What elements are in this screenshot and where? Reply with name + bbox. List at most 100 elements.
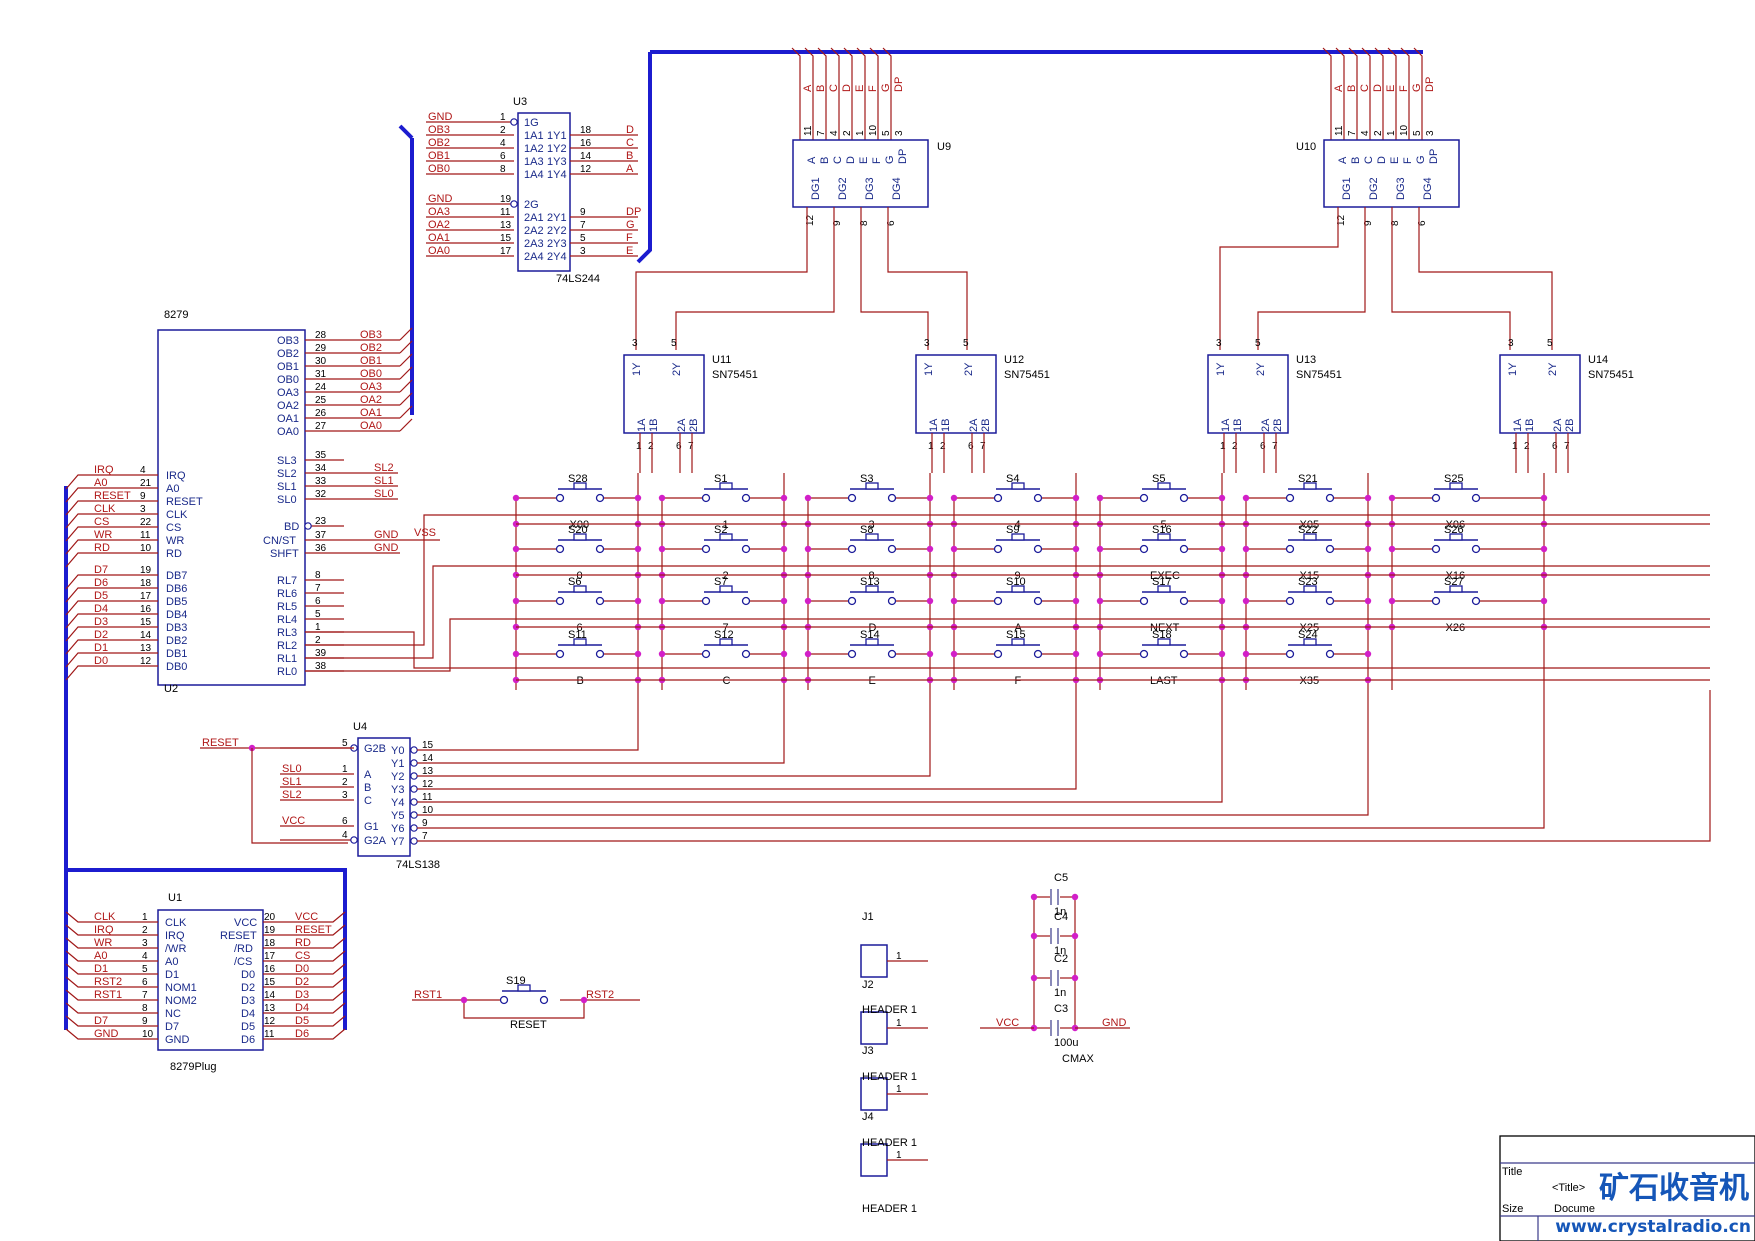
inversion-bubble [410, 837, 418, 845]
switch-contact [1285, 596, 1295, 606]
u2-left-pin: 11 [140, 530, 151, 541]
u2-left-net: RD [94, 542, 110, 554]
u4-reset-net: RESET [202, 737, 239, 749]
driver-pin-name: 2B [688, 419, 700, 432]
digit-wire [675, 207, 835, 350]
u2-right-pin: 39 [315, 648, 327, 659]
u2-left-pin: 16 [140, 604, 152, 615]
u2-ref: U2 [164, 683, 178, 695]
u1-left-pin: 7 [142, 990, 148, 1001]
u4-part: 74LS138 [396, 859, 440, 871]
u4-left-net: SL2 [282, 789, 302, 801]
u3-right-pin: 9 [580, 207, 586, 218]
u1-right-pin: 19 [264, 925, 276, 936]
u1-left-name: NOM2 [165, 995, 197, 1007]
junction-dot [1072, 545, 1080, 553]
seg-net-label: D [1372, 84, 1384, 92]
u4-right-name: Y5 [391, 810, 404, 822]
seg-pin-name: C [1363, 156, 1375, 164]
u3-left-net: OA2 [428, 219, 450, 231]
u1-ref: U1 [168, 892, 182, 904]
keypad-switch [1246, 533, 1368, 554]
u2-left-pin: 13 [140, 643, 152, 654]
seg-pin-name: B [1350, 157, 1362, 164]
seg-pin-num: 10 [868, 124, 879, 136]
switch-ref: S14 [860, 629, 880, 641]
u3-right-pin: 12 [580, 164, 592, 175]
u2-right-name: CN/ST [263, 535, 296, 547]
u1-right-pin: 13 [264, 1003, 276, 1014]
u4-right-pin: 11 [422, 792, 433, 803]
switch-contact [1285, 544, 1295, 554]
u1-left-net: GND [94, 1028, 119, 1040]
u2-left-name: CLK [166, 509, 188, 521]
switch-ref: S10 [1006, 576, 1026, 588]
header-body [860, 1011, 888, 1045]
u2-left-pin: 22 [140, 517, 152, 528]
seg-pin-name: B [819, 157, 831, 164]
seg-pin-num: 2 [1373, 130, 1384, 136]
switch-contact [741, 596, 751, 606]
junction-dot [1096, 597, 1104, 605]
u2-left-net: RESET [94, 490, 131, 502]
junction-dot [1071, 932, 1079, 940]
switch-contact [1179, 649, 1189, 659]
u2-right-pin: 29 [315, 343, 327, 354]
u1-left-name: GND [165, 1034, 190, 1046]
u2-left-name: RD [166, 548, 182, 560]
junction-dot [1388, 545, 1396, 553]
junction-dot [1364, 597, 1372, 605]
switch-ref: S23 [1298, 576, 1318, 588]
u3-right-pin: 3 [580, 246, 586, 257]
u2-vss-net: VSS [414, 527, 436, 539]
driver-pin-name: 2Y [1255, 362, 1267, 376]
dg-pin-name: DG4 [1422, 177, 1434, 200]
u1-left-net: RST2 [94, 976, 122, 988]
u4-right-name: Y1 [391, 758, 404, 770]
cap-value: 100u [1054, 1037, 1078, 1049]
seg-pin-name: G [884, 155, 896, 164]
switch-contact [1033, 649, 1043, 659]
switch-ref: S11 [568, 629, 587, 641]
u1-right-net: RESET [295, 924, 332, 936]
driver-pin-num: 2 [940, 441, 946, 452]
u2-left-name: DB6 [166, 583, 187, 595]
switch-contact [701, 493, 711, 503]
switch-contact [1285, 649, 1295, 659]
seg-pin-num: 4 [829, 130, 840, 136]
driver-pin-name: 2B [1272, 419, 1284, 432]
driver-pin-num: 7 [980, 441, 986, 452]
u2-left-net: CS [94, 516, 109, 528]
seg-pin-name: A [1337, 156, 1349, 164]
junction-dot [804, 494, 812, 502]
u4-right-pin: 14 [422, 753, 434, 764]
u3-right-net: E [626, 245, 633, 257]
junction-dot [1242, 545, 1250, 553]
u2-left-pin: 17 [140, 591, 152, 602]
digit-wire [1257, 207, 1366, 350]
u3-left-name: 2A2 [524, 225, 544, 237]
u1-right-name: /CS [234, 956, 252, 968]
u1-left-net: D7 [94, 1015, 108, 1027]
junction-dot [512, 494, 520, 502]
switch-contact [1033, 596, 1043, 606]
u2-right-name: SL3 [277, 455, 297, 467]
driver-pin-name: 2A [968, 418, 980, 432]
u4-left-pin: 4 [342, 830, 348, 841]
switch-ref: S13 [860, 576, 880, 588]
u3-left-name: 1G [524, 117, 539, 129]
junction-dot [926, 494, 934, 502]
u2-left-name: DB1 [166, 648, 187, 660]
title-label: Title [1502, 1166, 1522, 1178]
u2-left-pin: 9 [140, 491, 146, 502]
u2-right-name: RL5 [277, 601, 297, 613]
digit-wire [1418, 207, 1553, 350]
switch-ref: S1 [714, 473, 727, 485]
u1-left-pin: 5 [142, 964, 148, 975]
u4-scan-wire [417, 690, 1223, 803]
seg-chip-ref: U9 [937, 141, 951, 153]
u2-left-net: CLK [94, 503, 116, 515]
junction-dot [1540, 545, 1548, 553]
switch-contact [1471, 596, 1481, 606]
junction-dot [780, 650, 788, 658]
